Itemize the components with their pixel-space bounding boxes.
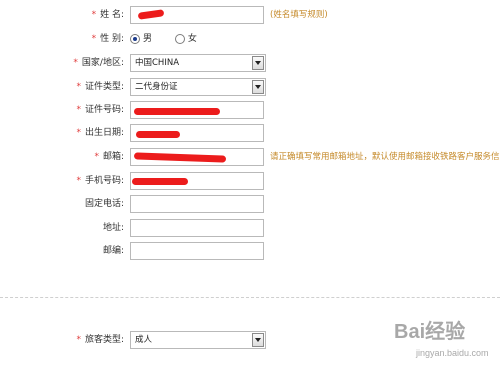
id-number-label: * 证件号码: <box>76 105 124 115</box>
email-hint: 请正确填写常用邮箱地址，默认使用邮箱接收铁路客户服务信息 <box>270 152 500 162</box>
id-number-row: * 证件号码: <box>0 99 500 121</box>
redaction-mark <box>136 131 180 138</box>
radio-unselected-icon[interactable] <box>174 33 185 44</box>
passenger-type-select[interactable]: 成人 <box>130 331 266 349</box>
watermark-text: Bai经验 <box>394 319 465 343</box>
dropdown-arrow-icon[interactable] <box>252 80 264 94</box>
postcode-label: 邮编: <box>102 246 124 256</box>
id-type-select[interactable]: 二代身份证 <box>130 78 266 96</box>
section-divider <box>0 297 500 298</box>
postcode-row: 邮编: <box>0 240 500 262</box>
redaction-mark <box>132 178 188 185</box>
country-label: * 国家/地区: <box>73 58 124 68</box>
radio-selected-icon[interactable] <box>130 33 140 44</box>
address-row: 地址: <box>0 217 500 239</box>
address-input[interactable] <box>130 219 264 237</box>
postcode-input[interactable] <box>130 242 264 260</box>
gender-label: * 性 别: <box>91 34 124 44</box>
id-type-label: * 证件类型: <box>76 82 124 92</box>
email-label: * 邮箱: <box>94 152 124 162</box>
email-row: * 邮箱: 请正确填写常用邮箱地址，默认使用邮箱接收铁路客户服务信息 <box>0 146 500 168</box>
country-row: * 国家/地区: 中国CHINA <box>0 52 500 74</box>
gender-radio-group: 男 女 <box>130 28 217 50</box>
country-select[interactable]: 中国CHINA <box>130 54 266 72</box>
id-type-select-value: 二代身份证 <box>135 82 178 92</box>
mobile-label: * 手机号码: <box>76 176 124 186</box>
name-label: * 姓 名: <box>91 10 124 20</box>
name-rules-link[interactable]: (姓名填写规则) <box>270 4 328 26</box>
gender-option-female[interactable]: 女 <box>174 33 197 44</box>
phone-row: 固定电话: <box>0 193 500 215</box>
passenger-type-label: * 旅客类型: <box>76 335 124 345</box>
watermark-url: jingyan.baidu.com <box>415 348 489 358</box>
gender-option-male[interactable]: 男 <box>130 33 152 44</box>
birth-date-row: * 出生日期: <box>0 122 500 144</box>
baidu-jingyan-watermark: Bai经验 jingyan.baidu.com <box>394 319 489 358</box>
mobile-row: * 手机号码: <box>0 170 500 192</box>
name-row: * 姓 名: (姓名填写规则) <box>0 4 500 26</box>
address-label: 地址: <box>102 223 124 233</box>
passenger-type-select-value: 成人 <box>135 335 153 345</box>
dropdown-arrow-icon[interactable] <box>252 56 264 70</box>
phone-input[interactable] <box>130 195 264 213</box>
gender-row: * 性 别: 男 女 <box>0 28 500 50</box>
birth-date-label: * 出生日期: <box>76 128 124 138</box>
country-select-value: 中国CHINA <box>135 58 180 68</box>
id-type-row: * 证件类型: 二代身份证 <box>0 76 500 98</box>
redaction-mark <box>134 108 220 115</box>
dropdown-arrow-icon[interactable] <box>252 333 264 347</box>
phone-label: 固定电话: <box>84 199 124 209</box>
